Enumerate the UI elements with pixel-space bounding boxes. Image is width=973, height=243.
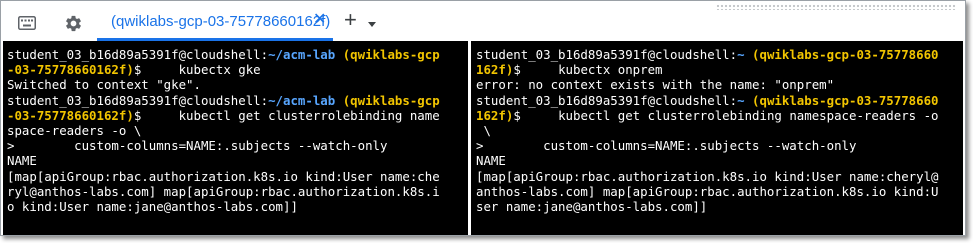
terminal-line: ser name:jane@anthos-labs.com]] (476, 199, 963, 214)
terminal-pane-left[interactable]: student_03_b16d89a5391f@cloudshell:~/acm… (3, 41, 468, 235)
terminal-line: NAME (476, 153, 963, 168)
prompt-project: (qwiklabs-gcp (335, 47, 440, 62)
terminal-line: student_03_b16d89a5391f@cloudshell:~ (qw… (476, 47, 963, 62)
terminal-line: 162f)$ kubectx onprem (476, 62, 963, 77)
terminal-text: student_03_b16d89a5391f@cloudshell: (7, 47, 269, 62)
terminal-line: NAME (7, 153, 468, 168)
terminal-line: o kind:User name:jane@anthos-labs.com]] (7, 199, 468, 214)
terminal-line: -03-75778660162f)$ kubectx gke (7, 62, 468, 77)
terminal-line: > custom-columns=NAME:.subjects --watch-… (7, 138, 468, 153)
prompt-project: (qwiklabs-gcp (335, 92, 440, 108)
terminal-text: Switched to context "gke". (7, 77, 201, 93)
terminal-text: [map[apiGroup:rbac.authorization.k8s.io … (7, 168, 440, 184)
terminal-line: student_03_b16d89a5391f@cloudshell:~/acm… (7, 47, 468, 62)
terminal-line: student_03_b16d89a5391f@cloudshell:~/acm… (7, 93, 468, 108)
terminal-line: error: no context exists with the name: … (476, 77, 963, 92)
terminal-text: NAME (7, 153, 37, 169)
prompt-path: ~/acm-lab (268, 92, 336, 108)
terminal-line: Switched to context "gke". (7, 77, 468, 92)
terminal-text: o kind:User name:jane@anthos-labs.com]] (7, 198, 298, 214)
terminal-output-left: student_03_b16d89a5391f@cloudshell:~/acm… (7, 47, 468, 214)
terminal-text: ser name:jane@anthos-labs.com]] (476, 198, 708, 214)
chevron-down-icon[interactable] (368, 22, 376, 27)
prompt-project: -03-75778660162f) (7, 107, 134, 123)
terminal-text: ryl@anthos-labs.com] map[apiGroup:rbac.a… (7, 183, 440, 199)
terminal-line: > custom-columns=NAME:.subjects --watch-… (476, 138, 963, 153)
terminal-text: student_03_b16d89a5391f@cloudshell: (476, 47, 738, 62)
terminal-text: > custom-columns=NAME:.subjects --watch-… (476, 138, 857, 154)
pane-divider[interactable] (468, 41, 471, 235)
keyboard-icon[interactable] (17, 13, 37, 33)
terminal-text: student_03_b16d89a5391f@cloudshell: (476, 92, 738, 108)
close-icon[interactable]: ✕ (313, 12, 326, 28)
tab-terminal-session[interactable]: (qwiklabs-gcp-03-75778660162f) ✕ (97, 1, 333, 41)
terminal-text: $ kubectl get clusterrolebinding namespa… (513, 107, 939, 123)
terminal-pane-right[interactable]: student_03_b16d89a5391f@cloudshell:~ (qw… (472, 41, 963, 235)
terminal-line: anthos-labs.com] map[apiGroup:rbac.autho… (476, 184, 963, 199)
terminal-line: -03-75778660162f)$ kubectl get clusterro… (7, 108, 468, 123)
prompt-project: (qwiklabs-gcp-03-75778660 (744, 47, 939, 62)
tab-label: (qwiklabs-gcp-03-75778660162f) (111, 13, 331, 30)
terminal-text: error: no context exists with the name: … (476, 77, 835, 93)
prompt-project: 162f) (476, 107, 514, 123)
prompt-path: ~ (737, 47, 745, 62)
terminal-text: space-readers -o \ (7, 122, 142, 138)
gear-icon[interactable] (63, 13, 83, 33)
drag-handle[interactable] (716, 4, 956, 10)
terminal-area[interactable]: student_03_b16d89a5391f@cloudshell:~/acm… (3, 41, 963, 235)
terminal-text: $ kubectl get clusterrolebinding name (133, 107, 440, 123)
terminal-line: space-readers -o \ (7, 123, 468, 138)
terminal-text: \ (476, 122, 491, 138)
terminal-text: $ kubectx onprem (513, 62, 663, 78)
terminal-output-right: student_03_b16d89a5391f@cloudshell:~ (qw… (476, 47, 963, 214)
terminal-line: ryl@anthos-labs.com] map[apiGroup:rbac.a… (7, 184, 468, 199)
terminal-line: [map[apiGroup:rbac.authorization.k8s.io … (476, 169, 963, 184)
terminal-text: > custom-columns=NAME:.subjects --watch-… (7, 138, 388, 154)
prompt-project: (qwiklabs-gcp-03-75778660 (744, 92, 939, 108)
terminal-line: [map[apiGroup:rbac.authorization.k8s.io … (7, 169, 468, 184)
terminal-line: student_03_b16d89a5391f@cloudshell:~ (qw… (476, 93, 963, 108)
terminal-text: student_03_b16d89a5391f@cloudshell: (7, 92, 269, 108)
prompt-path: ~/acm-lab (268, 47, 336, 62)
terminal-line: 162f)$ kubectl get clusterrolebinding na… (476, 108, 963, 123)
terminal-text: $ kubectx gke (133, 62, 261, 78)
terminal-line: \ (476, 123, 963, 138)
prompt-project: -03-75778660162f) (7, 62, 134, 78)
cloud-shell-window: (qwiklabs-gcp-03-75778660162f) ✕ + stude… (0, 0, 966, 236)
prompt-project: 162f) (476, 62, 514, 78)
tab-bar: (qwiklabs-gcp-03-75778660162f) ✕ + (1, 1, 965, 41)
terminal-text: NAME (476, 153, 506, 169)
prompt-path: ~ (737, 92, 745, 108)
plus-icon[interactable]: + (344, 9, 357, 31)
terminal-text: anthos-labs.com] map[apiGroup:rbac.autho… (476, 183, 939, 199)
terminal-text: [map[apiGroup:rbac.authorization.k8s.io … (476, 168, 939, 184)
